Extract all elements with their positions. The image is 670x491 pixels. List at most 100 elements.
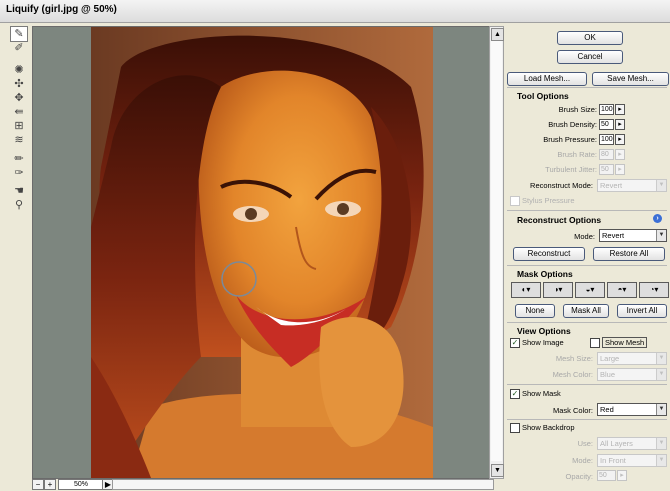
brush-size-arrow-icon[interactable]: ▸ <box>615 104 625 115</box>
brush-density-arrow-icon[interactable]: ▸ <box>615 119 625 130</box>
show-backdrop-label: Show Backdrop <box>522 423 575 432</box>
freeze-mask-tool-icon[interactable]: ✏ <box>11 152 27 166</box>
mask-color-dropdown[interactable]: Red ▼ <box>597 403 667 416</box>
replace-selection-mask-icon[interactable]: ◐▾ <box>511 282 541 298</box>
turbulent-jitter-field: 50 <box>599 164 614 175</box>
brush-density-label: Brush Density: <box>548 120 597 129</box>
backdrop-opacity-arrow-icon: ▸ <box>617 470 627 481</box>
mask-none-button[interactable]: None <box>515 304 555 318</box>
divider <box>507 265 667 266</box>
divider <box>507 384 667 385</box>
brush-rate-field: 80 <box>599 149 614 160</box>
subtract-from-mask-icon[interactable]: ◒▾ <box>575 282 605 298</box>
scroll-down-arrow-icon[interactable]: ▼ <box>491 464 504 477</box>
reconstruct-mode-value: Revert <box>600 181 623 190</box>
mesh-size-value: Large <box>600 354 620 363</box>
brush-pressure-label: Brush Pressure: <box>543 135 597 144</box>
chevron-down-icon: ▼ <box>656 369 666 380</box>
mesh-size-label: Mesh Size: <box>555 354 593 363</box>
chevron-down-icon: ▼ <box>656 455 666 466</box>
thaw-mask-tool-icon[interactable]: ✑ <box>11 166 27 180</box>
mask-options-heading: Mask Options <box>517 269 573 279</box>
invert-all-button[interactable]: Invert All <box>617 304 667 318</box>
chevron-down-icon: ▼ <box>656 438 666 449</box>
show-mask-checkbox[interactable]: ✓ <box>510 389 520 399</box>
hand-tool-icon[interactable]: ☚ <box>11 184 27 198</box>
brush-pressure-arrow-icon[interactable]: ▸ <box>615 134 625 145</box>
turbulent-jitter-arrow-icon: ▸ <box>615 164 625 175</box>
divider <box>507 419 667 420</box>
zoom-out-button[interactable]: − <box>32 479 44 490</box>
status-bar: − + 50% ▶ <box>32 478 502 490</box>
chevron-down-icon[interactable]: ▼ <box>656 230 666 241</box>
turbulence-tool-icon[interactable]: ≋ <box>11 133 27 147</box>
divider <box>507 87 667 88</box>
save-mesh-button[interactable]: Save Mesh... <box>592 72 669 86</box>
add-to-mask-icon[interactable]: ◑▾ <box>543 282 573 298</box>
preview-canvas[interactable] <box>32 26 491 479</box>
backdrop-mode-dropdown: In Front ▼ <box>597 454 667 467</box>
mask-all-button[interactable]: Mask All <box>563 304 609 318</box>
show-mesh-checkbox[interactable] <box>590 338 600 348</box>
cancel-button[interactable]: Cancel <box>557 50 623 64</box>
horizontal-scrollbar[interactable] <box>112 479 494 490</box>
turbulent-jitter-label: Turbulent Jitter: <box>545 165 597 174</box>
ok-button[interactable]: OK <box>557 31 623 45</box>
backdrop-use-value: All Layers <box>600 439 633 448</box>
zoom-in-button[interactable]: + <box>44 479 56 490</box>
reconstruct-mode-select[interactable]: Revert ▼ <box>599 229 667 242</box>
warp-tool-icon[interactable]: ✎ <box>10 26 28 42</box>
stylus-pressure-label: Stylus Pressure <box>522 196 575 205</box>
brush-size-field[interactable]: 100 <box>599 104 614 115</box>
reconstruct-mode-label: Reconstruct Mode: <box>530 181 593 190</box>
reconstruct-mode-select-label: Mode: <box>574 232 595 241</box>
stylus-pressure-checkbox <box>510 196 520 206</box>
tool-options-heading: Tool Options <box>517 91 569 101</box>
chevron-down-icon: ▼ <box>656 180 666 191</box>
vertical-scrollbar[interactable]: ▲ ▼ <box>489 26 504 479</box>
chevron-down-icon: ▼ <box>656 353 666 364</box>
scroll-thumb[interactable] <box>491 41 502 461</box>
brush-rate-label: Brush Rate: <box>557 150 597 159</box>
divider <box>507 210 667 211</box>
show-mesh-label: Show Mesh <box>602 337 648 348</box>
reconstruct-mode-select-value: Revert <box>602 231 625 240</box>
mesh-color-dropdown: Blue ▼ <box>597 368 667 381</box>
mesh-size-dropdown: Large ▼ <box>597 352 667 365</box>
backdrop-opacity-field: 50 <box>597 470 616 481</box>
options-panel: OK Cancel Load Mesh... Save Mesh... Tool… <box>505 26 670 491</box>
pucker-tool-icon[interactable]: ✣ <box>11 77 27 91</box>
backdrop-opacity-label: Opacity: <box>565 472 593 481</box>
brush-density-field[interactable]: 50 <box>599 119 614 130</box>
preview-image[interactable] <box>91 27 433 478</box>
show-image-checkbox[interactable]: ✓ <box>510 338 520 348</box>
backdrop-mode-label: Mode: <box>572 456 593 465</box>
reconstruct-mode-dropdown: Revert ▼ <box>597 179 667 192</box>
intersect-mask-icon[interactable]: ◓▾ <box>607 282 637 298</box>
mirror-tool-icon[interactable]: ⊞ <box>11 119 27 133</box>
zoom-level-field[interactable]: 50% <box>58 479 104 490</box>
reconstruct-tool-icon[interactable]: ✐ <box>11 41 27 55</box>
divider <box>507 322 667 323</box>
zoom-tool-icon[interactable]: ⚲ <box>11 198 27 212</box>
push-left-tool-icon[interactable]: ⇚ <box>11 105 27 119</box>
chevron-down-icon[interactable]: ▼ <box>656 404 666 415</box>
show-backdrop-checkbox[interactable] <box>510 423 520 433</box>
mask-color-label: Mask Color: <box>552 406 593 415</box>
info-icon[interactable]: › <box>653 214 662 223</box>
restore-all-button[interactable]: Restore All <box>593 247 665 261</box>
scroll-up-arrow-icon[interactable]: ▲ <box>491 28 504 41</box>
load-mesh-button[interactable]: Load Mesh... <box>507 72 587 86</box>
bloat-tool-icon[interactable]: ✥ <box>11 91 27 105</box>
brush-pressure-field[interactable]: 100 <box>599 134 614 145</box>
title-bar: Liquify (girl.jpg @ 50%) <box>0 0 670 23</box>
view-options-heading: View Options <box>517 326 571 336</box>
reconstruct-options-heading: Reconstruct Options <box>517 215 602 225</box>
reconstruct-button[interactable]: Reconstruct <box>513 247 585 261</box>
show-image-label: Show Image <box>522 338 564 347</box>
backdrop-mode-value: In Front <box>600 456 626 465</box>
brush-size-label: Brush Size: <box>558 105 597 114</box>
twirl-clockwise-tool-icon[interactable]: ✺ <box>11 63 27 77</box>
toolbox: ✎ ✐ ✺ ✣ ✥ ⇚ ⊞ ≋ ✏ ✑ ☚ ⚲ <box>8 26 30 216</box>
invert-selection-mask-icon[interactable]: ◔▾ <box>639 282 669 298</box>
